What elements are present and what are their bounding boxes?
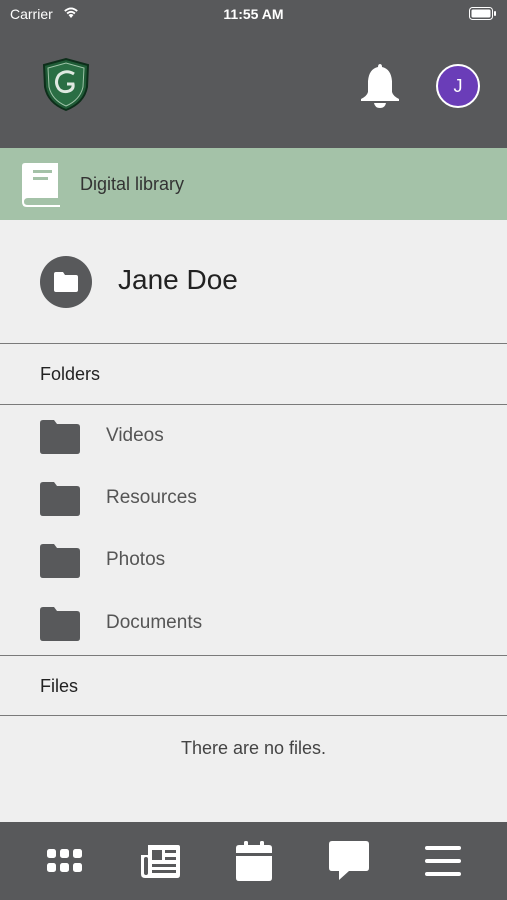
tab-menu[interactable]: [408, 822, 478, 900]
folder-row-videos[interactable]: Videos: [0, 405, 507, 467]
folder-label: Documents: [106, 612, 203, 633]
library-owner: Jane Doe: [0, 220, 507, 344]
school-crest-logo[interactable]: [40, 57, 92, 116]
folder-label: Resources: [106, 487, 197, 508]
avatar-initial: J: [453, 75, 463, 96]
files-heading: Files: [40, 676, 79, 696]
news-icon: [141, 845, 180, 878]
tab-calendar[interactable]: [219, 822, 289, 900]
clock: 11:55 AM: [223, 6, 284, 22]
section-title: Digital library: [80, 174, 185, 194]
tab-news[interactable]: [125, 822, 195, 900]
tab-messages[interactable]: [314, 822, 384, 900]
chat-icon: [329, 841, 369, 880]
apps-grid-icon: [47, 849, 82, 872]
tab-apps[interactable]: [30, 822, 100, 900]
bell-icon[interactable]: [358, 61, 402, 114]
divider: [0, 715, 507, 716]
divider: [0, 655, 507, 656]
files-empty-message: There are no files.: [180, 738, 327, 758]
menu-icon: [425, 846, 461, 876]
battery-icon: [469, 7, 497, 25]
folder-row-resources[interactable]: Resources: [0, 467, 507, 529]
folder-label: Photos: [106, 549, 166, 570]
folder-icon: [40, 482, 80, 521]
divider: [0, 343, 507, 344]
folder-label: Videos: [106, 425, 164, 446]
folder-row-photos[interactable]: Photos: [0, 529, 507, 591]
owner-name: Jane Doe: [118, 264, 238, 295]
owner-folder-badge: [40, 256, 92, 308]
status-bar: Carrier 11:55 AM: [0, 0, 507, 28]
folder-icon: [40, 607, 80, 646]
top-app-bar: Carrier 11:55 AM J: [0, 0, 507, 148]
folder-icon: [40, 544, 80, 583]
folder-row-documents[interactable]: Documents: [0, 592, 507, 654]
book-icon: [20, 162, 62, 213]
bottom-tab-bar: [0, 822, 507, 900]
avatar[interactable]: J: [436, 64, 480, 108]
folder-icon: [40, 420, 80, 459]
folder-icon: [54, 272, 78, 292]
calendar-icon: [236, 841, 272, 881]
section-header: Digital library: [0, 148, 507, 220]
folders-heading: Folders: [40, 364, 101, 384]
